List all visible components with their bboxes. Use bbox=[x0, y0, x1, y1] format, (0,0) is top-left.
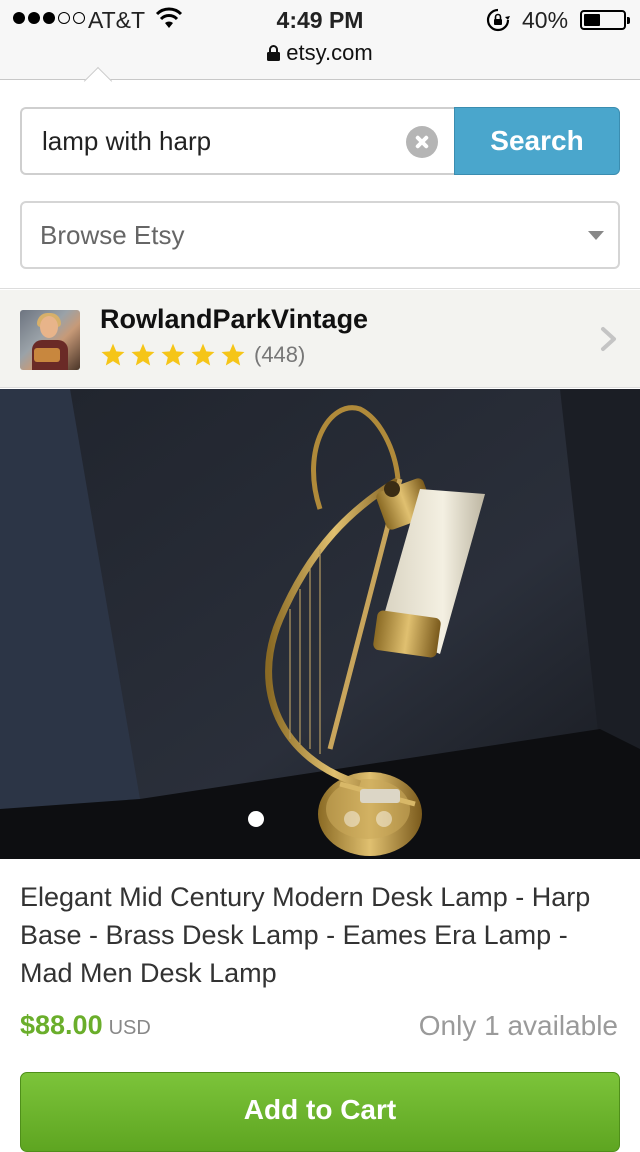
shop-avatar bbox=[20, 310, 80, 370]
product-price: $88.00 USD bbox=[20, 1010, 151, 1041]
search-input[interactable]: lamp with harp bbox=[20, 107, 456, 175]
padlock-icon bbox=[267, 45, 281, 61]
price-value: $88.00 bbox=[20, 1010, 103, 1040]
clear-circle-icon[interactable] bbox=[406, 126, 438, 158]
review-count: (448) bbox=[254, 342, 306, 367]
shop-rating: (448) bbox=[100, 342, 305, 368]
product-image[interactable] bbox=[0, 389, 640, 859]
add-to-cart-button[interactable]: Add to Cart bbox=[20, 1072, 620, 1152]
lamp-photo bbox=[0, 389, 640, 859]
browse-etsy-select[interactable]: Browse Etsy bbox=[20, 201, 620, 269]
browse-select-label: Browse Etsy bbox=[40, 220, 185, 250]
availability-text: Only 1 available bbox=[418, 1010, 618, 1041]
price-currency: USD bbox=[108, 1017, 151, 1039]
image-pager[interactable] bbox=[0, 811, 640, 831]
pager-dot[interactable] bbox=[344, 811, 360, 827]
url-text: etsy.com bbox=[286, 40, 373, 65]
battery-percentage: 40% bbox=[522, 7, 569, 33]
chevron-right-icon[interactable] bbox=[600, 326, 618, 352]
star-icon bbox=[221, 343, 245, 366]
search-button[interactable]: Search bbox=[454, 107, 620, 175]
address-bar[interactable]: etsy.com bbox=[0, 40, 640, 66]
pager-dot-active[interactable] bbox=[248, 811, 264, 827]
search-panel: lamp with harp Search Browse Etsy bbox=[0, 66, 640, 289]
star-icon bbox=[101, 343, 125, 366]
battery-icon bbox=[580, 10, 630, 30]
star-icon bbox=[191, 343, 215, 366]
rotation-lock-icon bbox=[486, 8, 510, 32]
pager-dot[interactable] bbox=[376, 811, 392, 827]
status-bar: AT&T 4:49 PM 40% bbox=[0, 0, 640, 40]
product-title: Elegant Mid Century Modern Desk Lamp - H… bbox=[20, 882, 591, 988]
star-icon bbox=[161, 343, 185, 366]
star-icon bbox=[131, 343, 155, 366]
triangle-down-icon bbox=[588, 231, 604, 240]
shop-name: RowlandParkVintage bbox=[100, 304, 369, 334]
shop-header[interactable]: RowlandParkVintage (448) bbox=[0, 290, 640, 388]
